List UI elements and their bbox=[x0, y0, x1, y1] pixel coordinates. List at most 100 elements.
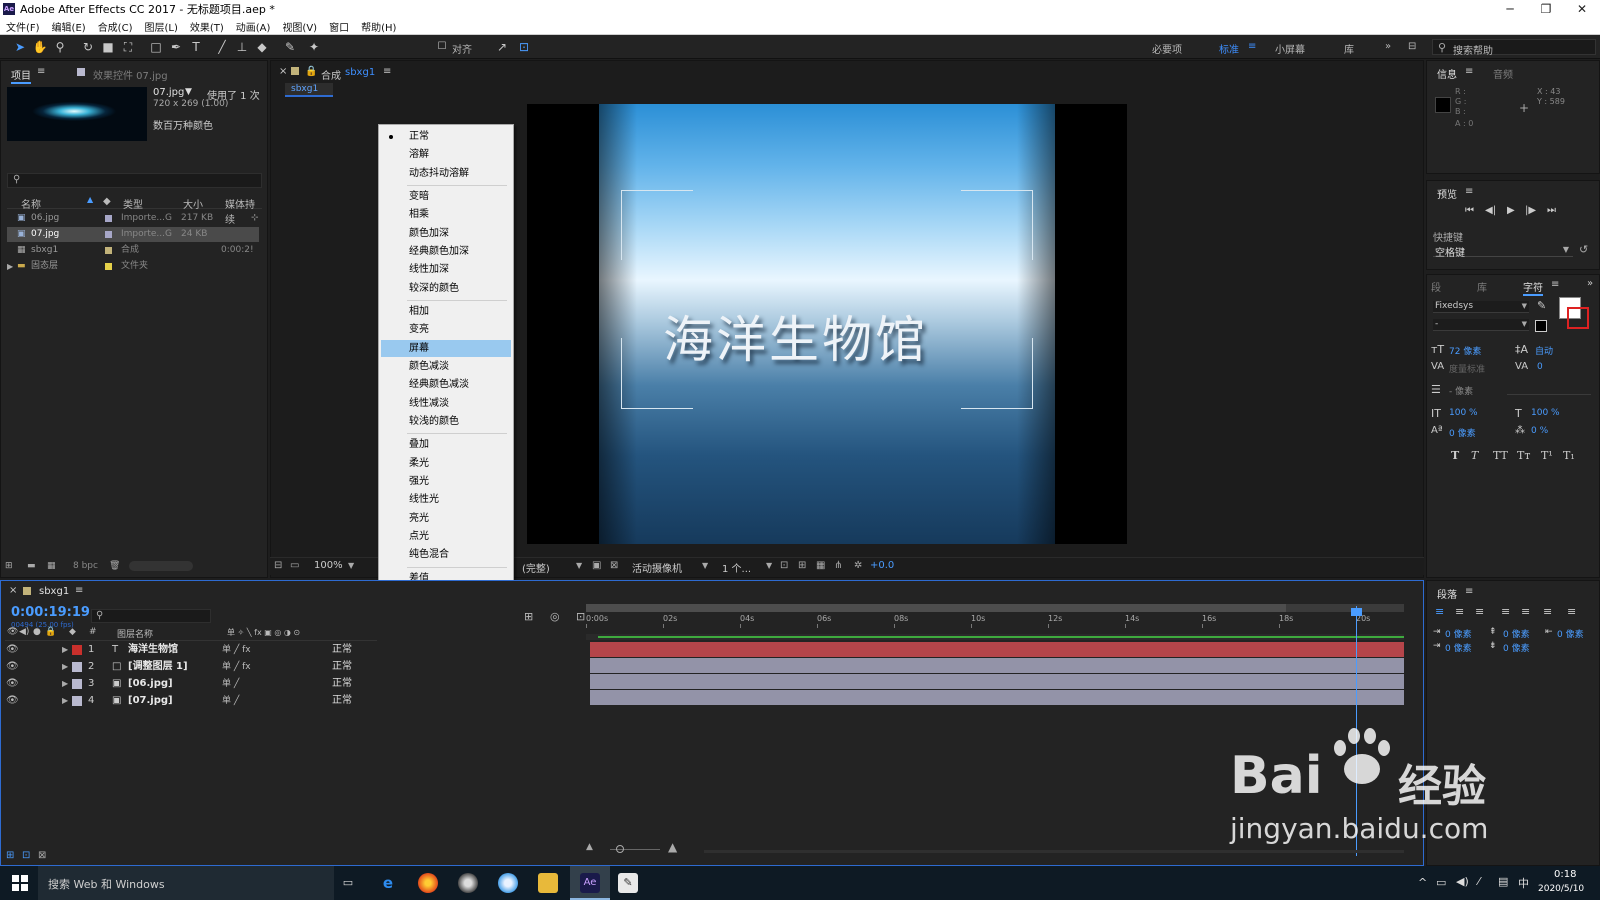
default-colors-icon[interactable] bbox=[1535, 320, 1547, 332]
brush-tool-icon[interactable]: ╱ bbox=[214, 39, 230, 55]
work-area-range[interactable] bbox=[586, 604, 1286, 612]
bit-depth-label[interactable]: 8 bpc bbox=[73, 561, 98, 571]
expand-arrow-icon[interactable]: ▶ bbox=[62, 659, 68, 675]
workspace-standard[interactable]: 标准 bbox=[1219, 41, 1239, 56]
visibility-eye-icon[interactable]: 👁 bbox=[6, 659, 19, 675]
time-ruler[interactable]: 0:00s 02s 04s 06s 08s 10s 12s 14s 16s 18s 20s bbox=[586, 614, 1404, 628]
blend-mode-option[interactable]: 溶解 bbox=[381, 146, 511, 163]
layer-1-duration-bar[interactable] bbox=[590, 642, 1404, 657]
stroke-width-value[interactable]: - 像素 bbox=[1449, 384, 1473, 397]
comp-panel-menu-icon[interactable]: ≡ bbox=[383, 66, 391, 77]
layer-switches-icons[interactable]: 单 ╱ bbox=[222, 676, 239, 692]
current-timecode[interactable]: 0:00:19:19 bbox=[11, 605, 90, 620]
toggle-in-out-icon[interactable]: ⊠ bbox=[38, 850, 46, 861]
align-right-icon[interactable]: ≡ bbox=[1475, 605, 1484, 618]
show-hidden-icons-icon[interactable]: ^ bbox=[1418, 876, 1427, 889]
timeline-icon[interactable]: ▦ bbox=[816, 560, 825, 571]
timeline-menu-icon[interactable]: ≡ bbox=[75, 585, 83, 596]
blend-mode-option[interactable]: 经典颜色减淡 bbox=[381, 376, 511, 393]
layer-label-swatch[interactable] bbox=[72, 645, 82, 655]
expand-arrow-icon[interactable]: ▶ bbox=[7, 259, 13, 274]
more-panels-icon[interactable]: » bbox=[1587, 278, 1593, 289]
more-workspaces-icon[interactable]: » bbox=[1385, 41, 1391, 52]
faux-bold-button[interactable]: T bbox=[1451, 449, 1459, 462]
tab-character[interactable]: 字符 bbox=[1523, 279, 1543, 296]
input-method-indicator[interactable]: 中 bbox=[1518, 875, 1529, 891]
stroke-style-select[interactable] bbox=[1507, 383, 1591, 395]
blend-mode-option[interactable]: 屏幕 bbox=[381, 339, 511, 357]
search-help-box[interactable]: ⚲ 搜索帮助 bbox=[1432, 39, 1596, 57]
graph-editor-icon[interactable]: ⊡ bbox=[576, 610, 585, 623]
column-type[interactable]: 类型 bbox=[123, 196, 143, 211]
comp-title-text[interactable]: 海洋生物馆 bbox=[663, 300, 928, 372]
blend-mode-option[interactable]: 相乘 bbox=[381, 206, 511, 223]
menu-file[interactable]: 文件(F) bbox=[0, 19, 46, 34]
wifi-icon[interactable]: ⁄ bbox=[1478, 875, 1480, 888]
chevron-down-icon[interactable]: ▼ bbox=[185, 87, 192, 97]
superscript-button[interactable]: T¹ bbox=[1541, 449, 1553, 462]
snap-icon[interactable]: ↗ bbox=[494, 39, 510, 55]
font-size-value[interactable]: 72 像素 bbox=[1449, 344, 1481, 357]
leading-value[interactable]: 自动 bbox=[1535, 344, 1553, 357]
expand-arrow-icon[interactable]: ▶ bbox=[62, 642, 68, 658]
new-folder-icon[interactable]: ▬ bbox=[27, 561, 36, 571]
trash-icon[interactable]: 🗑 bbox=[109, 561, 120, 571]
expand-arrow-icon[interactable]: ▶ bbox=[62, 693, 68, 709]
resolution-select[interactable]: (完整) bbox=[522, 560, 550, 575]
chevron-down-icon[interactable]: ▼ bbox=[348, 561, 354, 570]
work-area-bar[interactable] bbox=[586, 604, 1404, 612]
network-icon[interactable]: ▭ bbox=[1436, 876, 1446, 889]
close-tab-icon[interactable]: × bbox=[9, 585, 17, 596]
layer-label-swatch[interactable] bbox=[72, 679, 82, 689]
project-menu-icon[interactable]: ≡ bbox=[37, 66, 45, 77]
label-column-icon[interactable]: ◆ bbox=[103, 196, 111, 207]
menu-layer[interactable]: 图层(L) bbox=[138, 19, 183, 34]
justify-all-icon[interactable]: ≡ bbox=[1567, 605, 1576, 618]
loop-icon[interactable]: ↺ bbox=[1579, 243, 1588, 256]
exposure-value[interactable]: +0.0 bbox=[870, 560, 894, 571]
align-checkbox[interactable]: ☐ bbox=[434, 39, 450, 55]
firefox-icon[interactable] bbox=[418, 873, 438, 893]
project-item-06jpg[interactable]: ▣ 06.jpg Importe...G 217 KB ⊹ bbox=[7, 211, 259, 226]
project-item-solids-folder[interactable]: ▶ ▬ 固态层 文件夹 bbox=[7, 259, 259, 274]
layer-name[interactable]: [06.jpg] bbox=[128, 676, 173, 692]
new-composition-icon[interactable]: ▦ bbox=[47, 561, 56, 571]
roto-brush-tool-icon[interactable]: ✎ bbox=[282, 39, 298, 55]
space-before-value[interactable]: 0 像素 bbox=[1503, 627, 1530, 640]
space-after-value[interactable]: 0 像素 bbox=[1503, 641, 1530, 654]
edge-browser-icon[interactable]: e bbox=[378, 873, 398, 893]
all-caps-button[interactable]: TT bbox=[1493, 449, 1508, 462]
maximize-button[interactable]: ❐ bbox=[1528, 0, 1564, 18]
column-size[interactable]: 大小 bbox=[183, 196, 203, 211]
project-item-sbxg1[interactable]: ▦ sbxg1 合成 0:00:2! bbox=[7, 243, 259, 258]
search-help-toggle-icon[interactable]: ⊟ bbox=[1408, 41, 1416, 52]
layer-name[interactable]: [07.jpg] bbox=[128, 693, 173, 709]
layer-mode-select[interactable]: 正常 bbox=[332, 676, 352, 692]
zoom-in-icon[interactable]: ▲ bbox=[668, 840, 677, 854]
rotate-tool-icon[interactable]: ↻ bbox=[80, 39, 96, 55]
playhead-handle[interactable] bbox=[1351, 608, 1362, 616]
blend-mode-option[interactable]: 颜色加深 bbox=[381, 225, 511, 242]
column-name[interactable]: 名称 bbox=[21, 196, 41, 211]
hand-tool-icon[interactable]: ✋ bbox=[32, 39, 48, 55]
file-explorer-icon[interactable] bbox=[538, 873, 558, 893]
zoom-slider[interactable]: ▲ ▲ bbox=[586, 840, 704, 854]
layer-3-duration-bar[interactable] bbox=[590, 674, 1404, 689]
justify-left-icon[interactable]: ≡ bbox=[1501, 605, 1510, 618]
play-icon[interactable]: ▶ bbox=[1507, 205, 1515, 216]
tab-project[interactable]: 项目 bbox=[11, 67, 31, 84]
region-of-interest-icon[interactable]: ▣ bbox=[592, 560, 601, 571]
action-center-icon[interactable]: ▤ bbox=[1498, 875, 1508, 888]
motion-blur-icon[interactable]: ◎ bbox=[550, 610, 560, 623]
layer-name-header[interactable]: 图层名称 bbox=[117, 627, 153, 640]
comp-breadcrumb[interactable]: sbxg1 bbox=[285, 83, 333, 97]
menu-view[interactable]: 视图(V) bbox=[276, 19, 323, 34]
windows-start-icon[interactable] bbox=[12, 875, 28, 891]
zoom-tool-icon[interactable]: ⚲ bbox=[52, 39, 68, 55]
next-frame-icon[interactable]: |▶ bbox=[1525, 205, 1536, 216]
view-layout-select[interactable]: 1 个... bbox=[722, 560, 751, 575]
first-line-indent-value[interactable]: 0 像素 bbox=[1445, 641, 1472, 654]
layer-name[interactable]: 海洋生物馆 bbox=[128, 642, 178, 658]
always-preview-icon[interactable]: ⊟ bbox=[274, 560, 282, 571]
task-view-icon[interactable]: ▭ bbox=[338, 873, 358, 893]
